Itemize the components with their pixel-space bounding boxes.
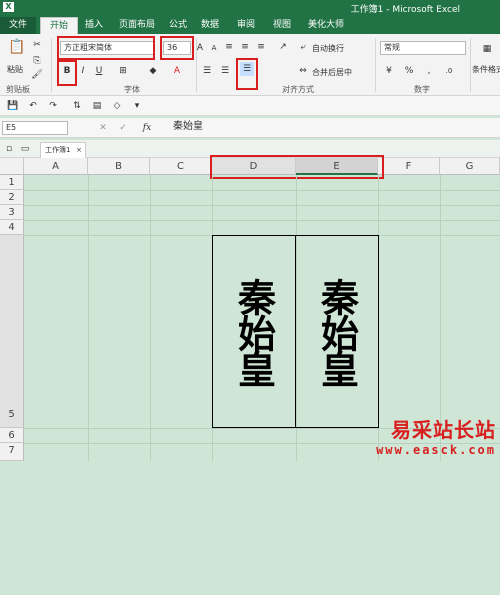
save-icon[interactable]: 💾 [6, 99, 20, 113]
underline-button[interactable]: U [92, 64, 106, 78]
col-header-f[interactable]: F [378, 158, 440, 175]
number-format-select[interactable]: 常规 [380, 41, 466, 55]
tab-home[interactable]: 开始 [40, 17, 78, 34]
group-font: 字体 [124, 85, 140, 94]
ribbon-tabs: 文件 开始 插入 页面布局 公式 数据 审阅 视图 美化大师 [0, 14, 500, 34]
highlight-font-name [57, 36, 155, 60]
highlight-bold [57, 60, 77, 86]
cell-e5-text: 秦始皇 [314, 277, 360, 386]
tab-beautify[interactable]: 美化大师 [304, 17, 348, 34]
select-all-corner[interactable] [0, 158, 24, 175]
tab-view[interactable]: 视图 [268, 17, 296, 34]
formula-input[interactable]: 秦始皇 [170, 121, 496, 135]
conditional-format-button[interactable]: 条件格式 [472, 64, 500, 75]
redo-icon[interactable]: ↷ [46, 99, 60, 113]
watermark-title: 易采站长站 [391, 418, 496, 442]
ribbon-divider [470, 38, 471, 92]
wrap-text-icon[interactable]: ⤶ [296, 40, 310, 54]
align-center-icon[interactable]: ☰ [218, 64, 232, 78]
close-tab-icon[interactable]: × [76, 143, 82, 157]
gridline [24, 220, 500, 221]
customize-icon[interactable]: ▾ [130, 99, 144, 113]
tab-data[interactable]: 数据 [196, 17, 224, 34]
formula-bar: E5 ✕ ✓ fx 秦始皇 [0, 118, 500, 138]
name-box[interactable]: E5 [2, 121, 68, 135]
align-top-icon[interactable]: ≡ [222, 40, 236, 54]
fx-button[interactable]: fx [140, 121, 154, 135]
row-header-6[interactable]: 6 [0, 428, 24, 443]
watermark: 易采站长站 www.easck.com [376, 414, 496, 457]
cancel-icon[interactable]: ✕ [96, 121, 110, 135]
row-header-2[interactable]: 2 [0, 190, 24, 205]
col-header-a[interactable]: A [24, 158, 88, 175]
chart-icon[interactable]: ▤ [90, 99, 104, 113]
align-left-icon[interactable]: ☰ [200, 64, 214, 78]
row-header-4[interactable]: 4 [0, 220, 24, 235]
sort-icon[interactable]: ⇅ [70, 99, 84, 113]
comma-icon[interactable]: , [422, 64, 436, 78]
col-header-c[interactable]: C [150, 158, 212, 175]
gridline [88, 175, 89, 461]
undo-icon[interactable]: ↶ [26, 99, 40, 113]
tab-review[interactable]: 审阅 [232, 17, 260, 34]
ribbon-divider [196, 38, 197, 92]
gridline [150, 175, 151, 461]
workbook-tab-label: 工作簿1 [45, 146, 71, 154]
percent-icon[interactable]: % [402, 64, 416, 78]
group-alignment: 对齐方式 [282, 85, 314, 94]
paste-icon[interactable]: 📋 [8, 40, 26, 62]
group-clipboard: 剪贴板 [6, 85, 30, 94]
tab-insert[interactable]: 插入 [80, 17, 108, 34]
row-header-3[interactable]: 3 [0, 205, 24, 220]
conditional-format-icon[interactable]: ▦ [478, 42, 496, 56]
row-header-1[interactable]: 1 [0, 175, 24, 190]
decimal-icon[interactable]: .0 [442, 64, 456, 78]
merge-center-button[interactable]: 合并后居中 [312, 67, 352, 78]
fill-color-icon[interactable]: ◆ [146, 64, 160, 78]
font-color-icon[interactable]: A [170, 64, 184, 78]
new-book-icon[interactable]: ▫ [2, 142, 16, 156]
open-icon[interactable]: ▭ [18, 142, 32, 156]
excel-logo-icon: X [3, 2, 14, 12]
title-bar: X 工作簿1 - Microsoft Excel [0, 0, 500, 15]
row-header-5[interactable]: 5 [0, 235, 24, 428]
italic-button[interactable]: I [76, 64, 90, 78]
tab-formulas[interactable]: 公式 [164, 17, 192, 34]
wrap-text-button[interactable]: 自动换行 [312, 43, 344, 54]
tab-page-layout[interactable]: 页面布局 [112, 17, 162, 34]
group-number: 数字 [414, 85, 430, 94]
tab-file[interactable]: 文件 [0, 17, 36, 34]
row-header-7[interactable]: 7 [0, 443, 24, 461]
copy-icon[interactable]: ⎘ [30, 54, 44, 68]
workbook-tab[interactable]: 工作簿1 × [40, 142, 86, 158]
shrink-font-icon[interactable]: A [207, 41, 221, 55]
watermark-url: www.easck.com [376, 443, 496, 457]
borders-icon[interactable]: ⊞ [116, 64, 130, 78]
col-header-b[interactable]: B [88, 158, 150, 175]
currency-icon[interactable]: ¥ [382, 64, 396, 78]
paste-label[interactable]: 粘贴 [7, 64, 23, 75]
cell-d5-text: 秦始皇 [231, 277, 277, 386]
align-middle-icon[interactable]: ≡ [238, 40, 252, 54]
ribbon-divider [51, 38, 52, 92]
merge-icon[interactable]: ⇔ [296, 64, 310, 78]
align-bottom-icon[interactable]: ≡ [254, 40, 268, 54]
format-painter-icon[interactable]: 🖌 [30, 68, 44, 82]
cell-e5[interactable]: 秦始皇 [295, 235, 379, 428]
orientation-icon[interactable]: ↗ [276, 40, 290, 54]
highlight-align [236, 58, 258, 90]
highlight-font-size [160, 36, 194, 60]
ribbon: 📋 粘贴 ✂ ⎘ 🖌 剪贴板 方正粗宋简体 36 A A B I U ⊞ ◆ A… [0, 34, 500, 96]
ribbon-divider [375, 38, 376, 92]
highlight-columns [210, 155, 384, 179]
shape-icon[interactable]: ◇ [110, 99, 124, 113]
enter-icon[interactable]: ✓ [116, 121, 130, 135]
quick-access-toolbar: 💾 ↶ ↷ ⇅ ▤ ◇ ▾ [0, 96, 500, 116]
gridline [24, 205, 500, 206]
col-header-g[interactable]: G [440, 158, 500, 175]
cut-icon[interactable]: ✂ [30, 38, 44, 52]
gridline [24, 190, 500, 191]
cell-d5[interactable]: 秦始皇 [212, 235, 296, 428]
